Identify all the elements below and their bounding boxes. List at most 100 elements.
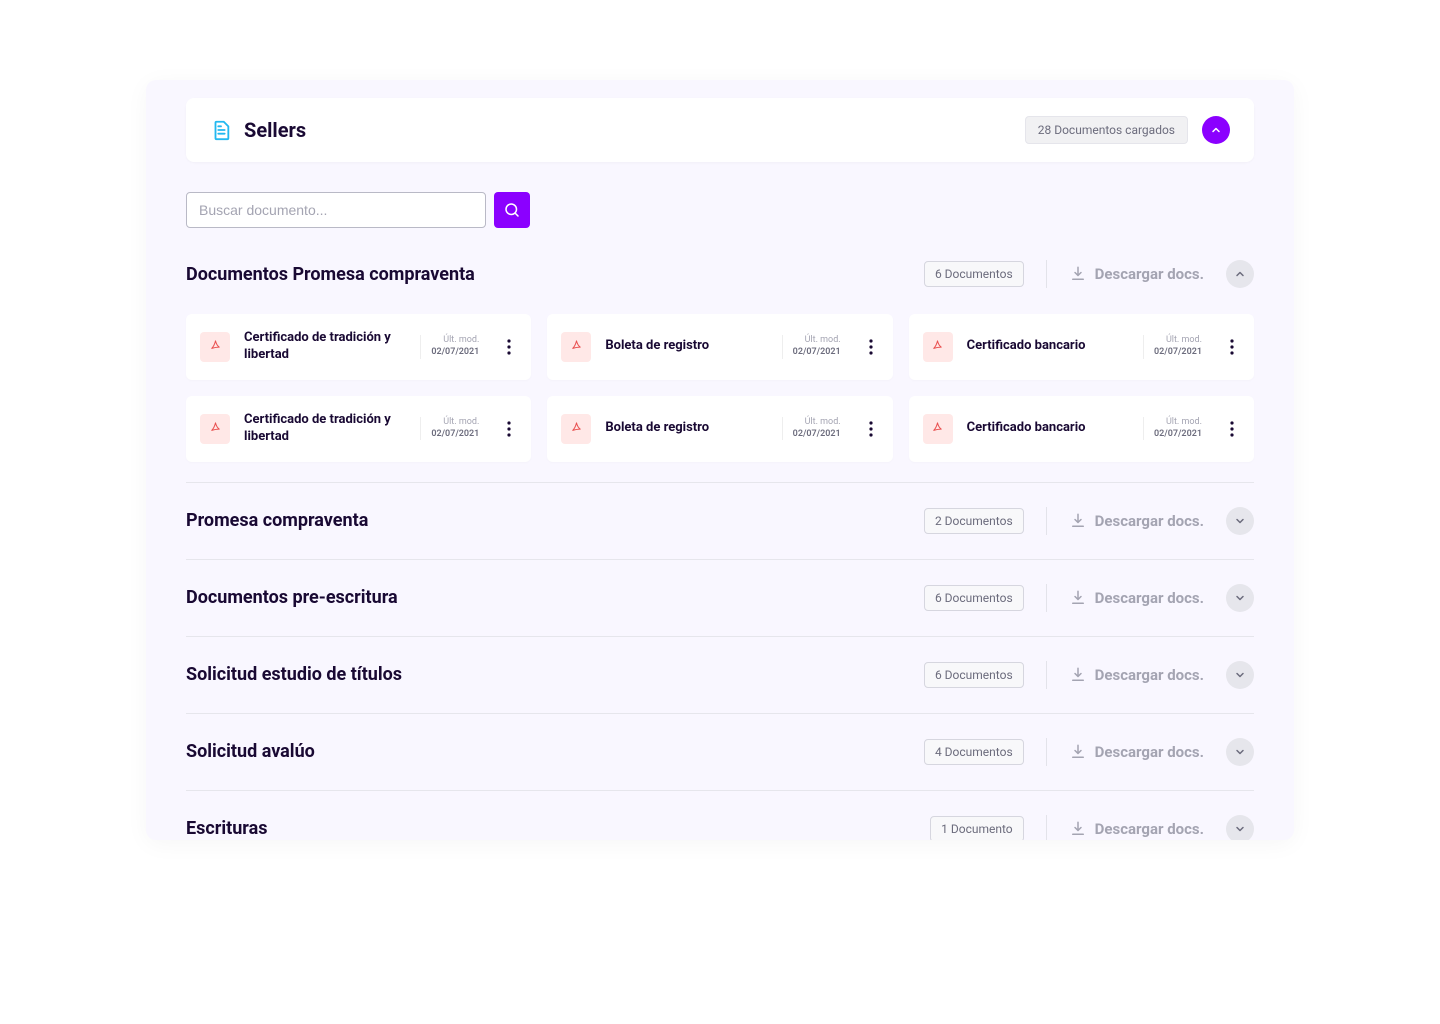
last-modified-label: Últ. mod. <box>1166 335 1202 347</box>
document-card[interactable]: Boleta de registro Últ. mod. 02/07/2021 <box>547 314 892 380</box>
pdf-icon <box>923 414 953 444</box>
download-docs-button[interactable]: Descargar docs. <box>1069 666 1204 684</box>
last-modified-label: Últ. mod. <box>443 417 479 429</box>
document-menu-button[interactable] <box>861 421 881 437</box>
download-docs-button[interactable]: Descargar docs. <box>1069 265 1204 283</box>
section-doc-badge: 2 Documentos <box>924 508 1024 534</box>
outer-frame: Sellers 28 Documentos cargados <box>72 0 1368 920</box>
divider <box>1046 661 1047 689</box>
section-actions: 6 Documentos Descargar docs. <box>924 661 1254 689</box>
document-card[interactable]: Boleta de registro Últ. mod. 02/07/2021 <box>547 396 892 462</box>
download-label: Descargar docs. <box>1095 743 1204 761</box>
collapse-section-button[interactable] <box>1226 260 1254 288</box>
document-name: Boleta de registro <box>605 420 767 437</box>
expand-section-button[interactable] <box>1226 584 1254 612</box>
download-docs-button[interactable]: Descargar docs. <box>1069 743 1204 761</box>
documents-loaded-badge: 28 Documentos cargados <box>1025 116 1188 144</box>
download-docs-button[interactable]: Descargar docs. <box>1069 820 1204 838</box>
download-docs-button[interactable]: Descargar docs. <box>1069 512 1204 530</box>
divider <box>1046 815 1047 840</box>
last-modified-date: 02/07/2021 <box>1154 347 1202 359</box>
section-actions: 6 Documentos Descargar docs. <box>924 584 1254 612</box>
pdf-icon <box>561 332 591 362</box>
header-left: Sellers <box>210 119 306 141</box>
divider <box>1046 507 1047 535</box>
divider <box>1046 738 1047 766</box>
section-title: Documentos Promesa compraventa <box>186 264 475 285</box>
document-meta: Últ. mod. 02/07/2021 <box>782 335 847 358</box>
document-name: Certificado bancario <box>967 420 1129 437</box>
document-menu-button[interactable] <box>861 339 881 355</box>
document-card[interactable]: Certificado de tradición y libertad Últ.… <box>186 396 531 462</box>
collapsed-section-row: Documentos pre-escritura 6 Documentos De… <box>186 560 1254 636</box>
document-name: Boleta de registro <box>605 338 767 355</box>
file-icon <box>210 119 232 141</box>
section-actions: 6 Documentos Descargar docs. <box>924 260 1254 288</box>
expand-section-button[interactable] <box>1226 815 1254 840</box>
expand-section-button[interactable] <box>1226 738 1254 766</box>
header-card: Sellers 28 Documentos cargados <box>186 98 1254 162</box>
collapsed-section-row: Solicitud estudio de títulos 6 Documento… <box>186 637 1254 713</box>
section-doc-badge: 6 Documentos <box>924 662 1024 688</box>
last-modified-date: 02/07/2021 <box>431 347 479 359</box>
section-actions: 1 Documento Descargar docs. <box>930 815 1254 840</box>
expand-section-button[interactable] <box>1226 507 1254 535</box>
pdf-icon <box>561 414 591 444</box>
download-docs-button[interactable]: Descargar docs. <box>1069 589 1204 607</box>
section-title: Documentos pre-escritura <box>186 587 398 608</box>
document-menu-button[interactable] <box>1222 421 1242 437</box>
collapse-panel-button[interactable] <box>1202 116 1230 144</box>
last-modified-date: 02/07/2021 <box>1154 429 1202 441</box>
search-input[interactable] <box>187 193 485 227</box>
section-actions: 4 Documentos Descargar docs. <box>924 738 1254 766</box>
download-label: Descargar docs. <box>1095 265 1204 283</box>
section-doc-badge: 6 Documentos <box>924 261 1024 287</box>
pdf-icon <box>923 332 953 362</box>
collapsed-section-row: Promesa compraventa 2 Documentos Descarg… <box>186 483 1254 559</box>
download-label: Descargar docs. <box>1095 666 1204 684</box>
pdf-icon <box>200 332 230 362</box>
document-meta: Últ. mod. 02/07/2021 <box>782 417 847 440</box>
collapsed-section-row: Solicitud avalúo 4 Documentos Descargar … <box>186 714 1254 790</box>
section-doc-badge: 6 Documentos <box>924 585 1024 611</box>
document-meta: Últ. mod. 02/07/2021 <box>1143 417 1208 440</box>
section-title: Solicitud avalúo <box>186 741 315 762</box>
document-meta: Últ. mod. 02/07/2021 <box>1143 335 1208 358</box>
search-input-wrap <box>186 192 486 228</box>
last-modified-label: Últ. mod. <box>443 335 479 347</box>
document-menu-button[interactable] <box>1222 339 1242 355</box>
document-meta: Últ. mod. 02/07/2021 <box>420 417 485 440</box>
last-modified-label: Últ. mod. <box>805 417 841 429</box>
search-button[interactable] <box>494 192 530 228</box>
section-title: Solicitud estudio de títulos <box>186 664 402 685</box>
section-doc-badge: 4 Documentos <box>924 739 1024 765</box>
document-card[interactable]: Certificado bancario Últ. mod. 02/07/202… <box>909 314 1254 380</box>
document-menu-button[interactable] <box>499 339 519 355</box>
section-title: Promesa compraventa <box>186 510 368 531</box>
documents-grid: Certificado de tradición y libertad Últ.… <box>186 314 1254 462</box>
document-meta: Últ. mod. 02/07/2021 <box>420 335 485 358</box>
collapsed-section-row: Escrituras 1 Documento Descargar docs. <box>186 791 1254 840</box>
document-menu-button[interactable] <box>499 421 519 437</box>
document-name: Certificado bancario <box>967 338 1129 355</box>
last-modified-date: 02/07/2021 <box>431 429 479 441</box>
divider <box>1046 584 1047 612</box>
document-card[interactable]: Certificado de tradición y libertad Últ.… <box>186 314 531 380</box>
section-title: Escrituras <box>186 818 267 839</box>
expand-section-button[interactable] <box>1226 661 1254 689</box>
divider <box>1046 260 1047 288</box>
page-title: Sellers <box>244 120 306 140</box>
collapsed-sections: Promesa compraventa 2 Documentos Descarg… <box>186 483 1254 840</box>
main-panel: Sellers 28 Documentos cargados <box>146 80 1294 840</box>
document-name: Certificado de tradición y libertad <box>244 330 406 364</box>
section-actions: 2 Documentos Descargar docs. <box>924 507 1254 535</box>
document-card[interactable]: Certificado bancario Últ. mod. 02/07/202… <box>909 396 1254 462</box>
search-row <box>186 192 1254 228</box>
download-label: Descargar docs. <box>1095 512 1204 530</box>
pdf-icon <box>200 414 230 444</box>
last-modified-date: 02/07/2021 <box>793 347 841 359</box>
header-right: 28 Documentos cargados <box>1025 116 1230 144</box>
download-label: Descargar docs. <box>1095 820 1204 838</box>
last-modified-label: Últ. mod. <box>1166 417 1202 429</box>
document-name: Certificado de tradición y libertad <box>244 412 406 446</box>
